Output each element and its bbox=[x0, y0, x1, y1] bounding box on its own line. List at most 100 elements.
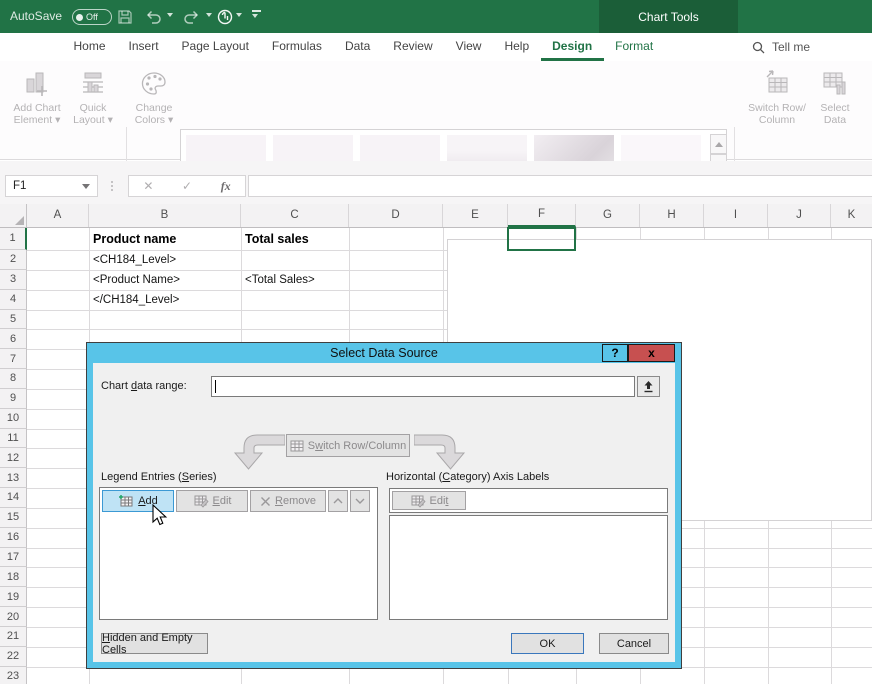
title-bar: AutoSave Off bbox=[0, 0, 872, 33]
cell-B2[interactable]: <CH184_Level> bbox=[93, 250, 176, 270]
change-colors-button[interactable]: Change Colors ▾ bbox=[130, 69, 178, 126]
tab-design[interactable]: Design bbox=[541, 33, 604, 61]
row-header-12[interactable]: 12 bbox=[0, 448, 27, 468]
tab-data[interactable]: Data bbox=[333, 33, 381, 61]
dialog-title[interactable]: Select Data Source bbox=[87, 343, 681, 363]
tab-formulas[interactable]: Formulas bbox=[260, 33, 333, 61]
row-header-8[interactable]: 8 bbox=[0, 369, 27, 389]
save-button[interactable] bbox=[114, 6, 136, 28]
row-header-14[interactable]: 14 bbox=[0, 488, 27, 508]
row-header-7[interactable]: 7 bbox=[0, 349, 27, 369]
customize-qat-button[interactable] bbox=[252, 10, 261, 18]
cell-B4[interactable]: </CH184_Level> bbox=[93, 290, 179, 310]
tab-page-layout[interactable]: Page Layout bbox=[170, 33, 260, 61]
column-header-D[interactable]: D bbox=[349, 204, 443, 227]
row-header-3[interactable]: 3 bbox=[0, 270, 27, 290]
row-header-20[interactable]: 20 bbox=[0, 607, 27, 627]
remove-series-button[interactable]: Remove bbox=[250, 490, 326, 512]
column-header-G[interactable]: G bbox=[576, 204, 640, 227]
row-header-11[interactable]: 11 bbox=[0, 429, 27, 449]
select-data-ribbon-button[interactable]: Select Data bbox=[812, 69, 858, 126]
chart-data-range-input[interactable] bbox=[211, 376, 635, 397]
autosave-toggle[interactable]: Off bbox=[72, 9, 112, 25]
ok-button[interactable]: OK bbox=[511, 633, 584, 654]
cell-C3[interactable]: <Total Sales> bbox=[245, 270, 315, 290]
insert-function-icon[interactable]: fx bbox=[221, 179, 231, 194]
row-header-18[interactable]: 18 bbox=[0, 567, 27, 587]
enter-formula-icon[interactable]: ✓ bbox=[182, 179, 192, 193]
row-header-6[interactable]: 6 bbox=[0, 329, 27, 349]
switch-row-column-button[interactable]: Switch Row/Column bbox=[286, 434, 410, 457]
column-header-B[interactable]: B bbox=[89, 204, 241, 227]
dialog-close-button[interactable]: x bbox=[628, 344, 675, 362]
quick-layout-button[interactable]: Quick Layout ▾ bbox=[66, 69, 120, 126]
row-header-2[interactable]: 2 bbox=[0, 250, 27, 270]
row-header-22[interactable]: 22 bbox=[0, 647, 27, 667]
row-header-19[interactable]: 19 bbox=[0, 587, 27, 607]
excel-window: AutoSave Off bbox=[0, 0, 872, 684]
edit-table-icon bbox=[193, 494, 209, 508]
redo-icon bbox=[183, 9, 201, 25]
redo-dropdown-icon[interactable] bbox=[206, 13, 212, 17]
tab-format[interactable]: Format bbox=[604, 33, 665, 61]
undo-button[interactable] bbox=[142, 6, 164, 28]
row-header-1[interactable]: 1 bbox=[0, 228, 27, 251]
axis-labels-list[interactable] bbox=[389, 515, 668, 620]
column-header-F[interactable]: F bbox=[508, 204, 576, 227]
row-header-15[interactable]: 15 bbox=[0, 508, 27, 528]
row-header-4[interactable]: 4 bbox=[0, 290, 27, 310]
add-chart-element-icon bbox=[22, 69, 52, 99]
formula-input[interactable] bbox=[248, 175, 872, 197]
edit-axis-labels-button[interactable]: Edit bbox=[392, 491, 466, 510]
selected-cell-outline bbox=[507, 227, 576, 251]
tab-review[interactable]: Review bbox=[382, 33, 444, 61]
add-chart-element-button[interactable]: Add Chart Element ▾ bbox=[8, 69, 66, 126]
range-picker-button[interactable] bbox=[637, 376, 660, 397]
formula-bar: F1 ✕ ✓ fx bbox=[0, 161, 872, 204]
row-header-21[interactable]: 21 bbox=[0, 627, 27, 647]
hidden-empty-cells-button[interactable]: Hidden and Empty Cells bbox=[101, 633, 208, 654]
cancel-formula-icon[interactable]: ✕ bbox=[143, 179, 153, 193]
column-header-E[interactable]: E bbox=[443, 204, 508, 227]
tab-insert[interactable]: Insert bbox=[117, 33, 170, 61]
move-down-button[interactable] bbox=[350, 490, 370, 512]
tab-help[interactable]: Help bbox=[493, 33, 541, 61]
row-header-9[interactable]: 9 bbox=[0, 389, 27, 409]
column-header-C[interactable]: C bbox=[241, 204, 349, 227]
mouse-cursor bbox=[151, 504, 169, 528]
name-box-dropdown-icon[interactable] bbox=[82, 184, 90, 189]
undo-icon bbox=[144, 9, 162, 25]
edit-series-button[interactable]: Edit bbox=[176, 490, 248, 512]
touch-mode-dropdown-icon[interactable] bbox=[236, 13, 242, 17]
column-header-A[interactable]: A bbox=[27, 204, 89, 227]
select-all-corner[interactable] bbox=[0, 204, 27, 227]
row-header-5[interactable]: 5 bbox=[0, 310, 27, 330]
save-icon bbox=[117, 9, 133, 25]
cancel-button[interactable]: Cancel bbox=[599, 633, 669, 654]
tell-me-box[interactable]: Tell me bbox=[752, 33, 810, 61]
row-header-17[interactable]: 17 bbox=[0, 548, 27, 568]
column-header-I[interactable]: I bbox=[704, 204, 768, 227]
column-header-K[interactable]: K bbox=[831, 204, 872, 227]
row-header-13[interactable]: 13 bbox=[0, 468, 27, 488]
formula-bar-handle[interactable] bbox=[111, 175, 113, 197]
row-header-16[interactable]: 16 bbox=[0, 528, 27, 548]
tab-view[interactable]: View bbox=[444, 33, 493, 61]
series-list[interactable] bbox=[100, 514, 377, 619]
redo-button[interactable] bbox=[181, 6, 203, 28]
dialog-help-button[interactable]: ? bbox=[602, 344, 628, 362]
move-up-button[interactable] bbox=[328, 490, 348, 512]
tab-home[interactable]: Home bbox=[62, 33, 117, 61]
touch-mouse-mode-button[interactable] bbox=[214, 6, 236, 28]
add-table-icon bbox=[118, 494, 134, 508]
cell-B1[interactable]: Product name bbox=[93, 228, 176, 251]
column-header-J[interactable]: J bbox=[768, 204, 831, 227]
cell-C1[interactable]: Total sales bbox=[245, 228, 309, 251]
undo-dropdown-icon[interactable] bbox=[167, 13, 173, 17]
column-header-H[interactable]: H bbox=[640, 204, 704, 227]
switch-row-column-ribbon-button[interactable]: Switch Row/ Column bbox=[744, 69, 810, 126]
gallery-scroll-up-button[interactable] bbox=[710, 134, 727, 154]
row-header-10[interactable]: 10 bbox=[0, 409, 27, 429]
cell-B3[interactable]: <Product Name> bbox=[93, 270, 180, 290]
row-header-23[interactable]: 23 bbox=[0, 667, 27, 684]
